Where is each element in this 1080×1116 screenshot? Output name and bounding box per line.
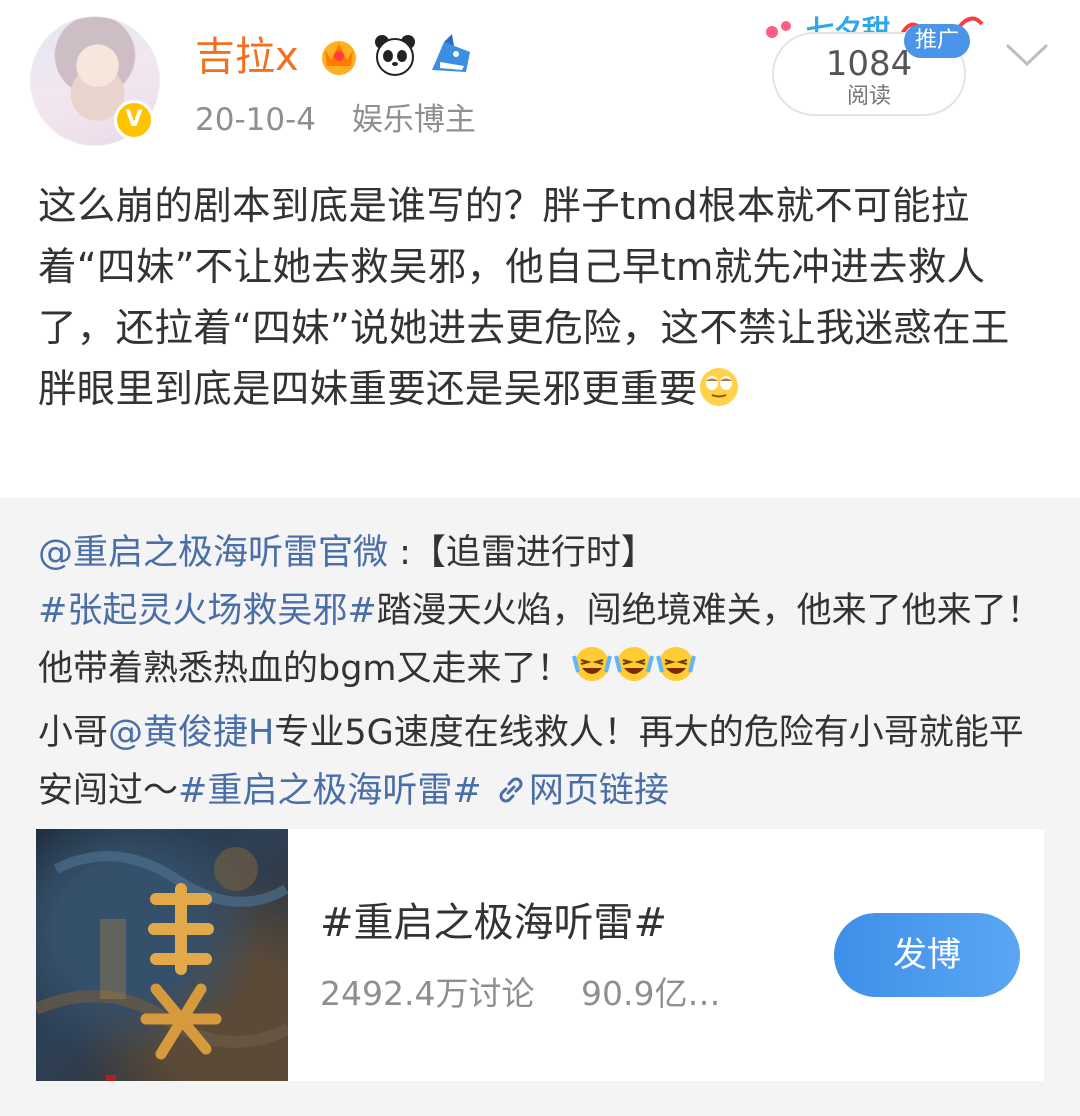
topic-title[interactable]: #重启之极海听雷# — [320, 895, 667, 951]
post-body: 这么崩的剧本到底是谁写的？胖子tmd根本就不可能拉着“四妹”不让她去救吴邪，他自… — [38, 184, 1010, 412]
topic-reads: 90.9亿… — [580, 974, 721, 1013]
panda-icon[interactable] — [372, 32, 418, 78]
user-identity: 娱乐博主 — [351, 102, 476, 138]
post-weibo-button[interactable]: 发博 — [834, 913, 1020, 997]
chevron-down-icon[interactable] — [1004, 40, 1050, 70]
topic-discussions: 2492.4万讨论 — [320, 974, 535, 1013]
web-link[interactable]: 网页链接 — [493, 771, 669, 811]
post-text: 这么崩的剧本到底是谁写的？胖子tmd根本就不可能拉着“四妹”不让她去救吴邪，他自… — [38, 176, 1048, 420]
read-label: 阅读 — [846, 84, 891, 109]
repost-text-1: :【追雷进行时】 — [388, 533, 656, 573]
repost-container[interactable]: @重启之极海听雷官微 :【追雷进行时】 #张起灵火场救吴邪#踏漫天火焰，闯绝境难关… — [0, 498, 1080, 1116]
promote-badge[interactable]: 推广 — [904, 24, 970, 58]
repost-text: @重启之极海听雷官微 :【追雷进行时】 #张起灵火场救吴邪#踏漫天火焰，闯绝境难关… — [38, 524, 1050, 820]
user-badges — [316, 32, 474, 78]
rolling-eyes-emoji-icon — [699, 368, 738, 406]
username[interactable]: 吉拉x — [195, 30, 299, 84]
laughing-crying-emoji-icons — [571, 642, 698, 704]
mention-link[interactable]: @黄俊捷H — [108, 713, 274, 753]
hashtag-link[interactable]: #张起灵火场救吴邪# — [38, 591, 377, 631]
repost-text-3: 小哥 — [38, 713, 109, 753]
topic-card[interactable]: #重启之极海听雷# 2492.4万讨论 90.9亿… 发博 — [36, 829, 1044, 1081]
post-meta: 20-10-4 娱乐博主 — [195, 98, 476, 142]
verified-icon: V — [114, 100, 154, 140]
crown-icon[interactable] — [316, 32, 362, 78]
avatar[interactable]: V — [30, 16, 160, 146]
topic-stats: 2492.4万讨论 90.9亿… — [320, 969, 720, 1019]
link-icon — [499, 777, 523, 803]
shark-icon[interactable] — [428, 32, 474, 78]
web-link-text: 网页链接 — [528, 771, 669, 811]
topic-poster-image — [36, 829, 288, 1081]
hashtag-link-2[interactable]: #重启之极海听雷# — [178, 771, 482, 811]
post-date: 20-10-4 — [195, 102, 316, 138]
repost-author-link[interactable]: @重启之极海听雷官微 — [38, 533, 388, 573]
